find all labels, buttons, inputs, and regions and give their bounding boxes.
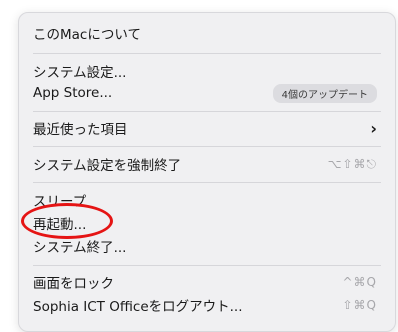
chevron-right-icon: › (370, 118, 377, 138)
menu-separator (33, 111, 381, 112)
updates-badge: 4個のアップデート (272, 83, 377, 103)
keyboard-shortcut: ⌥⇧⌘⎋ (327, 156, 377, 171)
menu-item-label: 画面をロック (33, 276, 114, 292)
menu-item-about-this-mac[interactable]: このMacについて (33, 21, 377, 45)
menu-item-app-store[interactable]: App Store... 4個のアップデート (33, 81, 377, 105)
menu-item-label: スリープ (33, 194, 87, 210)
menu-item-system-settings[interactable]: システム設定... (33, 59, 377, 83)
keyboard-shortcut: ^⌘Q (342, 275, 377, 289)
menu-item-sleep[interactable]: スリープ (33, 188, 377, 212)
menu-item-label: システム終了... (33, 240, 127, 256)
menu-item-label: システム設定... (33, 65, 127, 81)
menu-item-force-quit[interactable]: システム設定を強制終了 ⌥⇧⌘⎋ (33, 152, 377, 176)
menu-separator (33, 265, 381, 266)
menu-separator (33, 53, 381, 54)
menu-separator (33, 146, 381, 147)
keyboard-shortcut: ⇧⌘Q (342, 298, 377, 312)
menu-item-label: 再起動... (33, 217, 87, 233)
menu-item-recent-items[interactable]: 最近使った項目 › (33, 116, 377, 140)
menu-item-shut-down[interactable]: システム終了... (33, 234, 377, 258)
menu-item-label: このMacについて (33, 27, 141, 43)
menu-item-restart[interactable]: 再起動... (33, 211, 377, 235)
apple-menu: このMacについて システム設定... App Store... 4個のアップデ… (18, 12, 396, 332)
menu-item-label: システム設定を強制終了 (33, 158, 182, 174)
menu-item-label: 最近使った項目 (33, 122, 128, 138)
menu-item-label: App Store... (33, 85, 113, 101)
menu-item-lock-screen[interactable]: 画面をロック ^⌘Q (33, 270, 377, 294)
menu-item-label: Sophia ICT Officeをログアウト... (33, 299, 243, 315)
menu-item-log-out[interactable]: Sophia ICT Officeをログアウト... ⇧⌘Q (33, 293, 377, 317)
menu-separator (33, 182, 381, 183)
